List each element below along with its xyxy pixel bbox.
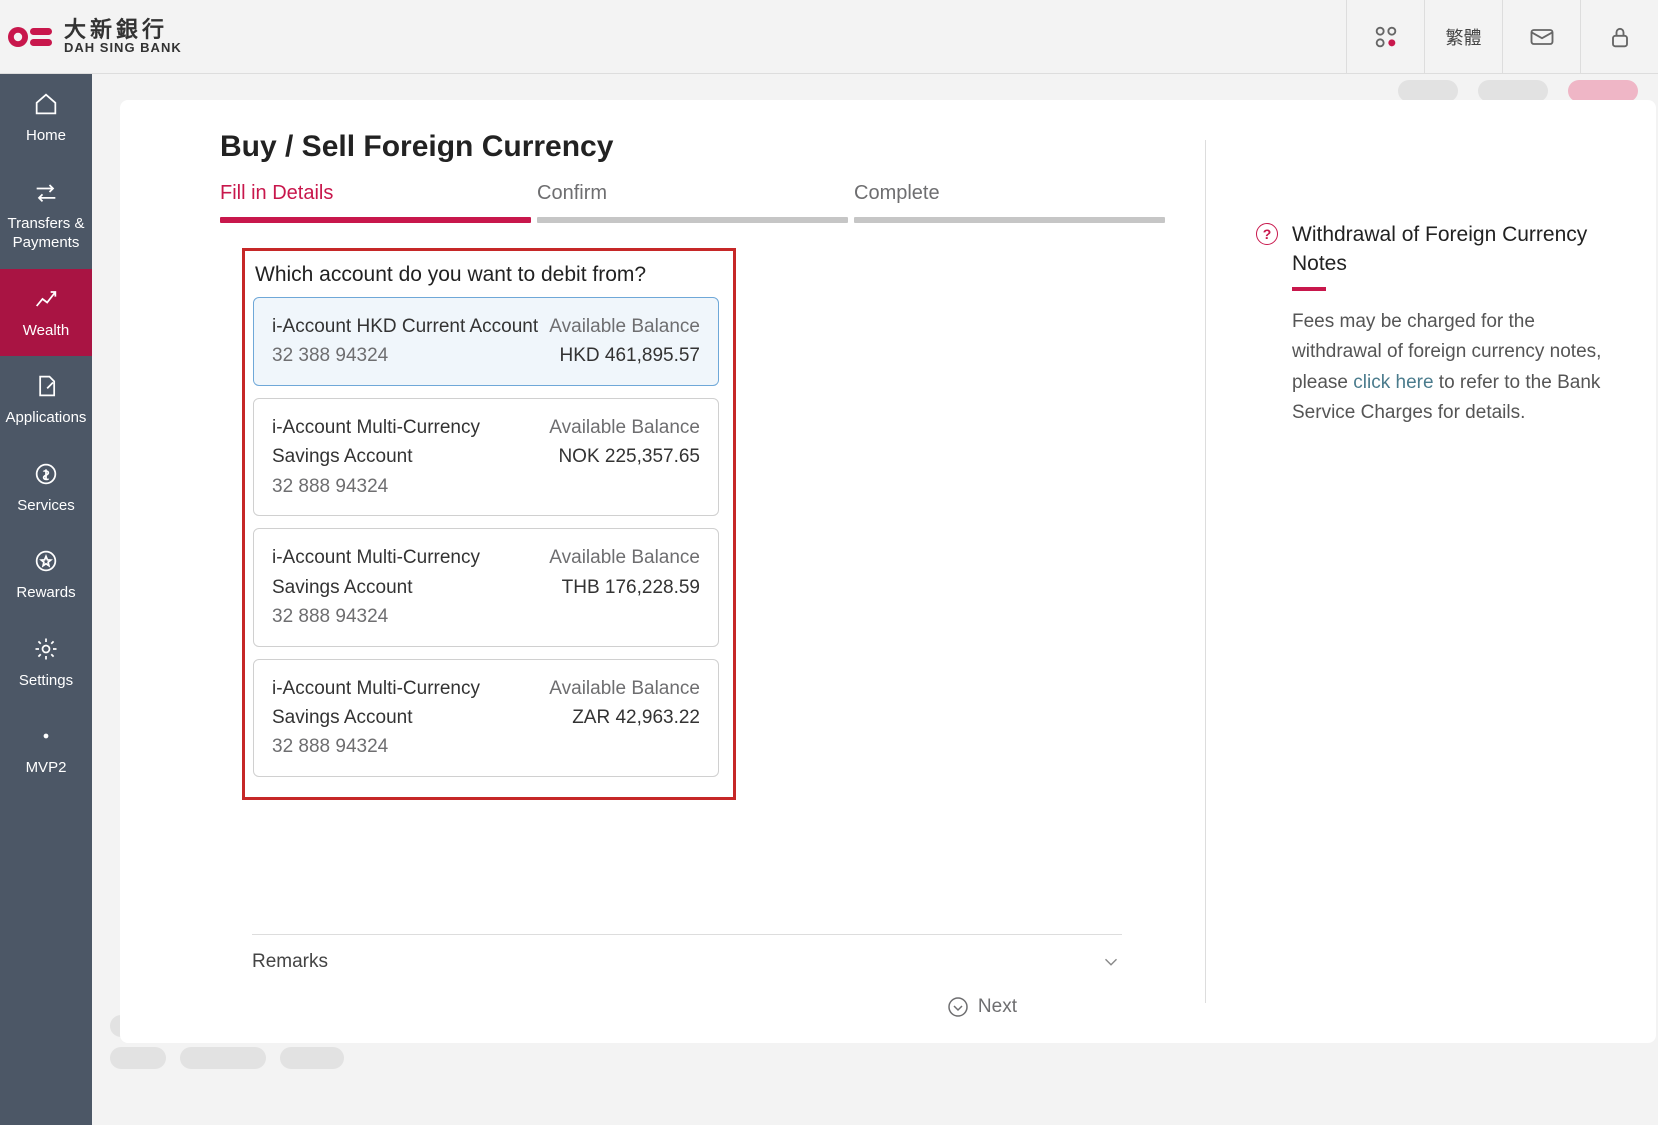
star-circle-icon bbox=[32, 547, 60, 575]
sidebar-item-rewards[interactable]: Rewards bbox=[0, 531, 92, 619]
logo-icon bbox=[6, 23, 54, 51]
account-option[interactable]: i-Account Multi-Currency Savings Account… bbox=[253, 398, 719, 516]
account-option[interactable]: i-Account Multi-Currency Savings Account… bbox=[253, 528, 719, 646]
balance-value: HKD 461,895.57 bbox=[549, 341, 700, 370]
mail-icon[interactable] bbox=[1502, 0, 1580, 73]
balance-label: Available Balance bbox=[549, 312, 700, 341]
sidebar-item-label: Applications bbox=[6, 408, 87, 428]
dollar-circle-icon bbox=[32, 460, 60, 488]
balance-label: Available Balance bbox=[549, 674, 700, 703]
account-name: i-Account HKD Current Account bbox=[272, 312, 549, 341]
sidebar-item-wealth[interactable]: Wealth bbox=[0, 269, 92, 357]
logo-text-cn: 大新銀行 bbox=[64, 19, 182, 41]
chevron-down-icon bbox=[1100, 951, 1122, 973]
sidebar-item-transfers[interactable]: Transfers & Payments bbox=[0, 162, 92, 269]
step-fill-details: Fill in Details bbox=[220, 182, 531, 223]
account-name: i-Account Multi-Currency Savings Account bbox=[272, 543, 549, 602]
chevron-circle-down-icon bbox=[946, 995, 970, 1019]
step-label: Confirm bbox=[537, 182, 848, 211]
step-label: Fill in Details bbox=[220, 182, 531, 211]
balance-label: Available Balance bbox=[549, 543, 700, 572]
account-number: 32 388 94324 bbox=[272, 341, 549, 370]
help-icon: ? bbox=[1256, 223, 1278, 245]
sidebar: Home Transfers & Payments Wealth Applica… bbox=[0, 74, 92, 1125]
balance-value: ZAR 42,963.22 bbox=[549, 703, 700, 732]
apps-icon[interactable] bbox=[1346, 0, 1424, 73]
sidebar-item-home[interactable]: Home bbox=[0, 74, 92, 162]
logo-text-en: DAH SING BANK bbox=[64, 41, 182, 54]
next-label: Next bbox=[978, 996, 1017, 1018]
step-confirm: Confirm bbox=[537, 182, 848, 223]
page-title: Buy / Sell Foreign Currency bbox=[220, 130, 1165, 164]
info-link[interactable]: click here bbox=[1353, 372, 1433, 393]
sidebar-item-label: Settings bbox=[19, 671, 73, 691]
account-number: 32 888 94324 bbox=[272, 602, 549, 631]
sidebar-item-services[interactable]: Services bbox=[0, 444, 92, 532]
select-label: Which account do you want to debit from? bbox=[255, 263, 725, 287]
step-indicator: Fill in Details Confirm Complete bbox=[220, 182, 1165, 223]
transfer-icon bbox=[32, 178, 60, 206]
doc-edit-icon bbox=[32, 372, 60, 400]
dot-icon bbox=[32, 722, 60, 750]
balance-value: NOK 225,357.65 bbox=[549, 442, 700, 471]
step-label: Complete bbox=[854, 182, 1165, 211]
balance-value: THB 176,228.59 bbox=[549, 573, 700, 602]
lock-icon[interactable] bbox=[1580, 0, 1658, 73]
account-number: 32 888 94324 bbox=[272, 732, 549, 761]
step-complete: Complete bbox=[854, 182, 1165, 223]
home-icon bbox=[32, 90, 60, 118]
language-toggle[interactable]: 繁體 bbox=[1424, 0, 1502, 73]
sidebar-item-label: Rewards bbox=[16, 583, 75, 603]
sidebar-item-label: Services bbox=[17, 496, 75, 516]
info-title: Withdrawal of Foreign Currency Notes bbox=[1292, 220, 1616, 279]
sidebar-item-label: MVP2 bbox=[26, 758, 67, 778]
sidebar-item-label: Wealth bbox=[23, 321, 69, 341]
sidebar-item-applications[interactable]: Applications bbox=[0, 356, 92, 444]
chart-icon bbox=[32, 285, 60, 313]
remarks-label: Remarks bbox=[252, 951, 328, 973]
account-name: i-Account Multi-Currency Savings Account bbox=[272, 674, 549, 733]
debit-account-selector: Which account do you want to debit from?… bbox=[242, 248, 736, 800]
gear-icon bbox=[32, 635, 60, 663]
sidebar-item-label: Home bbox=[26, 126, 66, 146]
account-name: i-Account Multi-Currency Savings Account bbox=[272, 413, 549, 472]
account-number: 32 888 94324 bbox=[272, 472, 549, 501]
remarks-toggle[interactable]: Remarks bbox=[252, 934, 1122, 973]
info-body: Fees may be charged for the withdrawal o… bbox=[1256, 307, 1616, 429]
sidebar-item-mvp2[interactable]: MVP2 bbox=[0, 706, 92, 794]
account-option[interactable]: i-Account HKD Current Account32 388 9432… bbox=[253, 297, 719, 386]
account-list[interactable]: i-Account HKD Current Account32 388 9432… bbox=[253, 297, 725, 789]
account-option[interactable]: i-Account Multi-Currency Savings Account… bbox=[253, 659, 719, 777]
balance-label: Available Balance bbox=[549, 413, 700, 442]
bank-logo: 大新銀行 DAH SING BANK bbox=[0, 19, 182, 54]
sidebar-item-settings[interactable]: Settings bbox=[0, 619, 92, 707]
next-button[interactable]: Next bbox=[946, 995, 1017, 1019]
sidebar-item-label: Transfers & Payments bbox=[4, 214, 88, 253]
